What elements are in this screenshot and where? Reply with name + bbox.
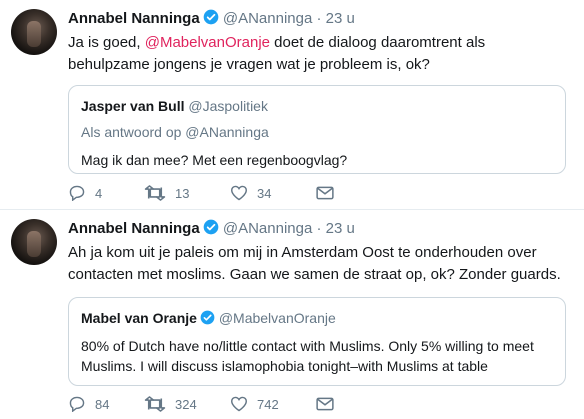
timestamp[interactable]: 23 u [326,220,355,237]
author-name[interactable]: Annabel Nanninga [68,220,200,237]
retweet-button[interactable]: 13 [144,185,230,201]
reply-count: 4 [95,185,103,201]
author-handle[interactable]: @ANanninga [223,10,312,27]
retweet-count: 324 [175,396,197,412]
like-count: 34 [257,185,272,201]
avatar[interactable] [11,219,57,265]
retweet-button[interactable]: 324 [144,396,230,412]
quoted-author-name: Mabel van Oranje [81,310,197,326]
verified-badge-icon [203,9,219,29]
tweet-actions: 84 324 742 [68,396,334,412]
tweet-header: Annabel Nanninga @ANanninga · 23 u [68,219,355,239]
quoted-tweet[interactable]: Jasper van Bull @Jaspolitiek Als antwoor… [68,85,566,174]
tweet-actions: 4 13 34 [68,185,334,201]
reply-icon [68,185,86,201]
quoted-author-handle: @Jaspolitiek [188,98,268,114]
verified-badge-icon [200,310,215,330]
dm-button[interactable] [316,397,334,411]
author-handle[interactable]: @ANanninga [223,220,312,237]
tweet-header: Annabel Nanninga @ANanninga · 23 u [68,9,355,29]
tweet-text: Ah ja kom uit je paleis om mij in Amster… [68,244,561,283]
like-count: 742 [257,396,279,412]
like-button[interactable]: 34 [230,185,316,201]
dm-icon [316,186,334,200]
timestamp[interactable]: 23 u [326,10,355,27]
dm-icon [316,397,334,411]
quoted-text: 80% of Dutch have no/little contact with… [81,338,534,374]
like-button[interactable]: 742 [230,396,316,412]
retweet-icon [144,185,166,201]
reply-button[interactable]: 84 [68,396,144,412]
quoted-tweet[interactable]: Mabel van Oranje @MabelvanOranje 80% of … [68,297,566,386]
verified-badge-icon [203,219,219,239]
separator-dot: · [316,10,322,27]
quoted-author-handle: @MabelvanOranje [218,310,336,326]
reply-context: Als antwoord op @ANanninga [81,124,269,140]
like-icon [230,185,248,201]
reply-icon [68,396,86,412]
dm-button[interactable] [316,186,334,200]
reply-count: 84 [95,396,110,412]
avatar[interactable] [11,9,57,55]
quoted-author-name: Jasper van Bull [81,98,185,114]
reply-button[interactable]: 4 [68,185,144,201]
like-icon [230,396,248,412]
tweet[interactable]: Annabel Nanninga @ANanninga · 23 u Ah ja… [0,209,584,418]
tweet-text: Ja is goed, @MabelvanOranje doet de dial… [68,32,568,76]
tweet[interactable]: Annabel Nanninga @ANanninga · 23 u Ja is… [0,0,584,209]
quoted-text: Mag ik dan mee? Met een regenboogvlag? [81,152,348,168]
author-name[interactable]: Annabel Nanninga [68,10,200,27]
tweet-text-part: Ja is goed, [68,34,145,51]
mention-link[interactable]: @MabelvanOranje [145,34,270,51]
separator-dot: · [316,220,322,237]
retweet-count: 13 [175,185,190,201]
retweet-icon [144,396,166,412]
